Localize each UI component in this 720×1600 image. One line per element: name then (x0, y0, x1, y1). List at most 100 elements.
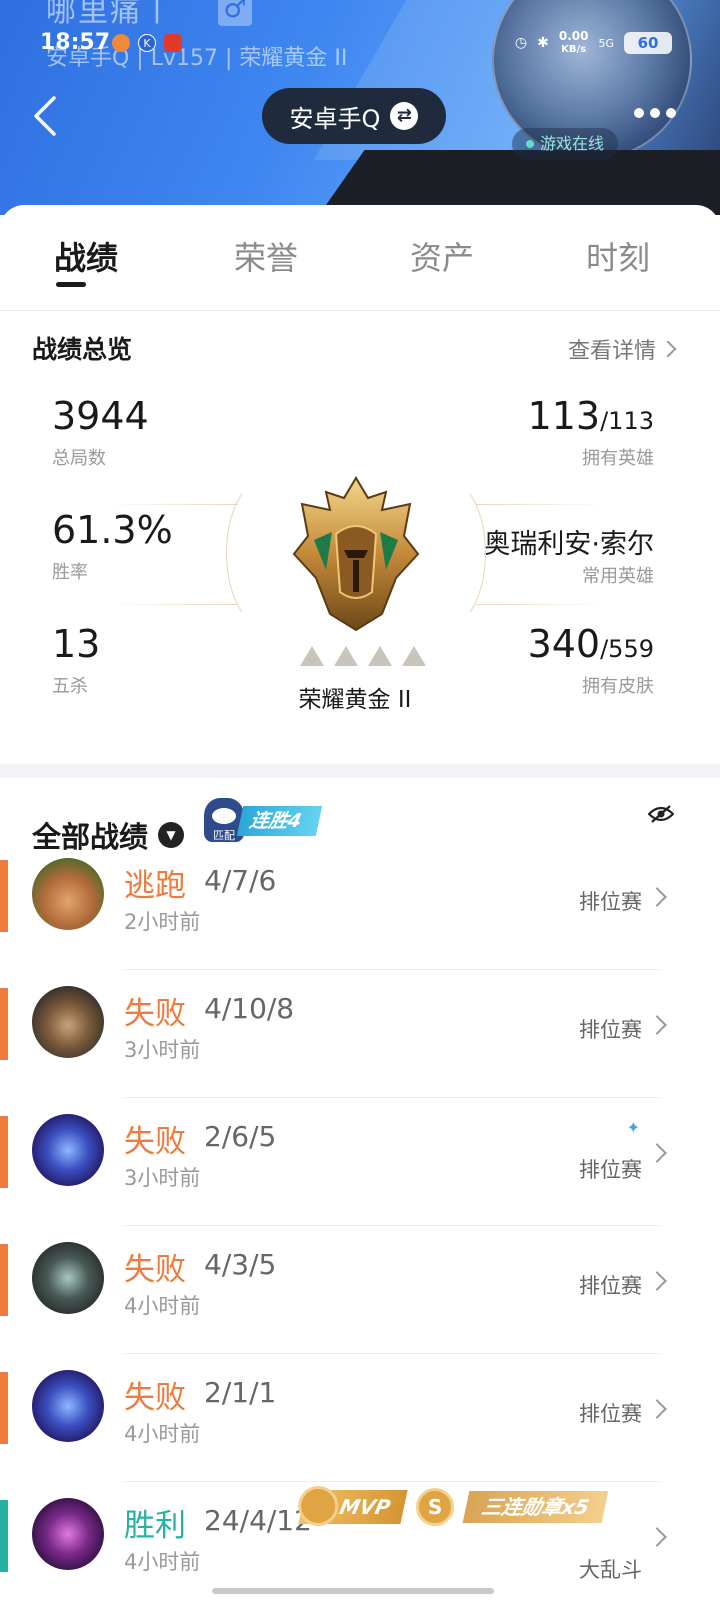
hero-avatar (32, 1242, 104, 1314)
back-button[interactable] (28, 92, 68, 140)
chevron-right-icon (647, 1399, 667, 1419)
hero-avatar (32, 1114, 104, 1186)
tab-indicator (56, 282, 86, 287)
decor-line (108, 604, 238, 605)
online-status-badge: 游戏在线 (512, 128, 619, 160)
match-time: 3小时前 (124, 1166, 201, 1190)
win-streak-badge: 匹配 连胜4 (204, 790, 323, 842)
rank-emblem-icon[interactable] (286, 474, 426, 634)
match-kda: 2/1/1 (204, 1376, 277, 1409)
status-bar-right: ◷ ✱ 0.00 KB/s 5G 60 (515, 30, 672, 56)
tab-moments[interactable]: 时刻 (586, 233, 650, 279)
match-badges: MVP S 三连勋章x5 (298, 1486, 609, 1526)
bluetooth-icon: ✱ (537, 35, 549, 51)
match-row[interactable]: 失败 4/10/8 3小时前 排位赛 (0, 970, 720, 1098)
mvp-badge: MVP (298, 1486, 408, 1526)
tab-assets[interactable]: 资产 (410, 233, 474, 279)
match-mode: 排位赛 (579, 1402, 642, 1426)
match-kda: 24/4/12 (204, 1504, 312, 1537)
match-mode: 排位赛 (579, 1018, 642, 1042)
profile-tabs: 战绩 荣誉 资产 时刻 (0, 205, 720, 311)
result-bar (0, 1244, 8, 1316)
match-row[interactable]: 胜利 24/4/12 4小时前 MVP S 三连勋章x5 大乱斗 (0, 1482, 720, 1600)
chevron-right-icon (647, 1143, 667, 1163)
more-options-button[interactable] (634, 108, 676, 118)
rank-star-icon (300, 646, 324, 666)
match-mode: 大乱斗 (579, 1558, 642, 1582)
result-bar (0, 988, 8, 1060)
notification-icons: K (112, 34, 182, 52)
match-kda: 2/6/5 (204, 1120, 277, 1153)
s-grade-badge: S (416, 1488, 455, 1526)
skins-owned-value: 340/559 (527, 622, 654, 666)
match-kda: 4/3/5 (204, 1248, 277, 1281)
total-games-label: 总局数 (52, 448, 106, 469)
match-mode: 排位赛 (579, 890, 642, 914)
hide-eye-icon[interactable] (648, 804, 674, 824)
mvp-coin-icon (298, 1486, 339, 1526)
gender-icon: ♂ (218, 0, 252, 26)
match-time: 2小时前 (124, 910, 201, 934)
home-indicator[interactable] (212, 1588, 494, 1594)
decor-line (476, 604, 606, 605)
app-notification-icon (112, 34, 130, 52)
match-time: 4小时前 (124, 1550, 201, 1574)
rank-stars (300, 646, 426, 666)
chevron-right-icon (659, 340, 677, 358)
win-rate-label: 胜率 (52, 562, 88, 583)
chevron-right-icon (647, 1527, 667, 1547)
pentakill-label: 五杀 (52, 676, 88, 697)
rank-star-icon (334, 646, 358, 666)
match-result: 失败 (124, 1124, 186, 1160)
rank-star-icon (368, 646, 392, 666)
spark-icon: ✦ (626, 1118, 640, 1137)
account-switch-button[interactable]: 安卓手Q ⇄ (262, 88, 446, 144)
tab-honor[interactable]: 荣誉 (234, 233, 298, 279)
match-row[interactable]: 失败 4/3/5 4小时前 排位赛 (0, 1226, 720, 1354)
result-bar (0, 860, 8, 932)
common-hero-label: 常用英雄 (582, 566, 654, 587)
status-time: 18:57 (40, 30, 111, 55)
view-details-link[interactable]: 查看详情 (568, 333, 677, 365)
chevron-right-icon (647, 887, 667, 907)
streak-label: 连胜4 (236, 806, 323, 836)
chevron-right-icon (647, 1015, 667, 1035)
k-app-icon: K (138, 34, 156, 52)
common-hero-value[interactable]: 奥瑞利安·索尔 (483, 522, 654, 561)
match-row[interactable]: 失败 2/6/5 3小时前 ✦ 排位赛 (0, 1098, 720, 1226)
match-kda: 4/7/6 (204, 864, 277, 897)
match-row[interactable]: 失败 2/1/1 4小时前 排位赛 (0, 1354, 720, 1482)
skins-owned-label: 拥有皮肤 (582, 676, 654, 697)
result-bar (0, 1372, 8, 1444)
app-badge-icon (164, 34, 182, 52)
account-label: 安卓手Q (289, 104, 381, 133)
match-kda: 4/10/8 (204, 992, 295, 1025)
match-time: 4小时前 (124, 1294, 201, 1318)
overview-title: 战绩总览 (32, 335, 133, 364)
win-rate-value: 61.3% (52, 508, 173, 552)
triple-kill-medal-badge: 三连勋章x5 (462, 1491, 609, 1523)
online-dot-icon (526, 140, 534, 148)
swap-icon: ⇄ (390, 102, 419, 130)
rank-star-icon (402, 646, 426, 666)
back-arrow-icon (34, 96, 56, 136)
chevron-right-icon (647, 1271, 667, 1291)
match-mode: 排位赛 (579, 1274, 642, 1298)
match-time: 4小时前 (124, 1422, 201, 1446)
hero-avatar (32, 986, 104, 1058)
match-result: 失败 (124, 996, 186, 1032)
battery-icon: 60 (624, 32, 672, 54)
pentakill-value: 13 (52, 622, 101, 666)
tab-record[interactable]: 战绩 (54, 233, 118, 279)
hero-avatar (32, 1498, 104, 1570)
section-divider (0, 764, 720, 778)
player-name: 哪里痛丨 (46, 0, 174, 29)
alarm-icon: ◷ (514, 35, 528, 51)
match-result: 失败 (124, 1380, 186, 1416)
decor-line (108, 504, 238, 505)
match-row[interactable]: 逃跑 4/7/6 2小时前 排位赛 (0, 842, 720, 970)
decor-line (476, 504, 606, 505)
hero-avatar (32, 1370, 104, 1442)
match-result: 胜利 (124, 1508, 186, 1544)
match-mode: 排位赛 (579, 1158, 642, 1182)
